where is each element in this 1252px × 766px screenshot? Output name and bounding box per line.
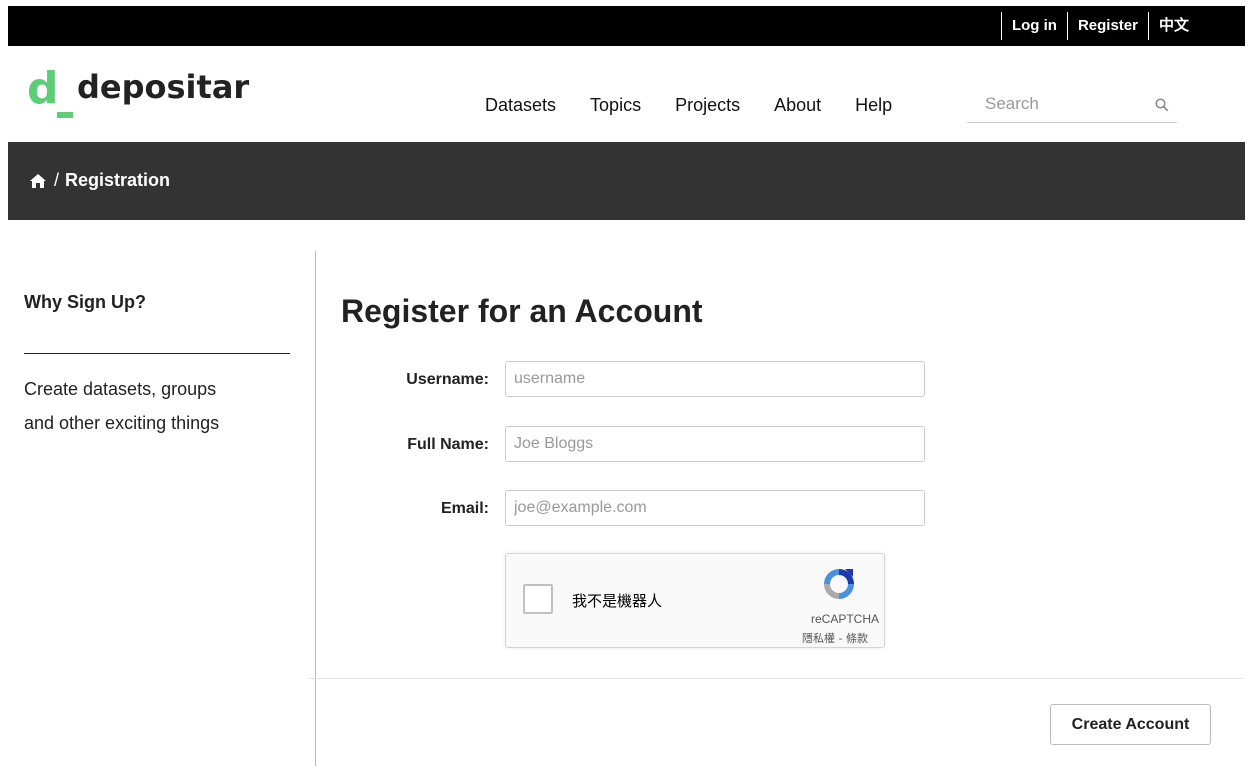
logo-mark: d xyxy=(27,64,73,120)
account-links: Log in Register 中文 xyxy=(1000,10,1199,42)
recaptcha-icon xyxy=(824,569,854,599)
search-box xyxy=(967,90,1177,123)
email-row: Email: xyxy=(341,490,926,528)
sidebar-divider xyxy=(24,353,290,354)
recaptcha-brand: reCAPTCHA xyxy=(810,612,879,626)
recaptcha-checkbox[interactable] xyxy=(523,584,553,614)
recaptcha-label: 我不是機器人 xyxy=(572,592,663,610)
create-account-button[interactable]: Create Account xyxy=(1050,704,1211,745)
username-row: Username: xyxy=(341,361,926,399)
username-label: Username: xyxy=(406,371,489,388)
sidebar-text-line1: Create datasets, groups xyxy=(24,379,217,399)
logo-mark-underscore xyxy=(57,112,73,118)
site-logo[interactable]: d depositar xyxy=(27,64,249,120)
logo-mark-letter: d xyxy=(27,63,59,114)
nav-topics[interactable]: Topics xyxy=(590,93,641,117)
sidebar: Why Sign Up? Create datasets, groups and… xyxy=(24,290,290,440)
nav-projects[interactable]: Projects xyxy=(675,93,740,117)
breadcrumb-separator: / xyxy=(54,170,60,190)
breadcrumb-bar: / Registration xyxy=(8,142,1245,220)
breadcrumb: / Registration xyxy=(30,170,170,191)
register-link[interactable]: Register xyxy=(1066,12,1148,40)
search-icon[interactable] xyxy=(1155,98,1169,112)
page-title: Register for an Account xyxy=(341,293,703,329)
account-bar: Log in Register 中文 xyxy=(8,6,1245,46)
language-link[interactable]: 中文 xyxy=(1147,12,1199,40)
fullname-field[interactable] xyxy=(505,426,925,462)
username-field[interactable] xyxy=(505,361,925,397)
main-nav: Datasets Topics Projects About Help xyxy=(468,93,909,117)
home-icon[interactable] xyxy=(30,173,46,188)
fullname-label: Full Name: xyxy=(407,436,489,453)
breadcrumb-current[interactable]: Registration xyxy=(65,170,170,191)
sidebar-text-line2: and other exciting things xyxy=(24,413,220,433)
login-link[interactable]: Log in xyxy=(1000,12,1067,40)
recaptcha-terms[interactable]: 隱私權 - 條款 xyxy=(802,630,868,646)
recaptcha-widget: 我不是機器人 reCAPTCHA 隱私權 - 條款 xyxy=(505,553,885,648)
sidebar-heading: Why Sign Up? xyxy=(24,292,146,312)
search-input[interactable] xyxy=(985,92,1145,116)
logo-wordmark: depositar xyxy=(77,68,250,106)
email-field[interactable] xyxy=(505,490,925,526)
column-divider xyxy=(315,251,316,766)
email-label: Email: xyxy=(440,500,489,517)
form-actions-divider xyxy=(308,678,1244,679)
nav-help[interactable]: Help xyxy=(855,93,892,117)
nav-about[interactable]: About xyxy=(774,93,821,117)
nav-datasets[interactable]: Datasets xyxy=(485,93,556,117)
fullname-row: Full Name: xyxy=(341,426,926,464)
